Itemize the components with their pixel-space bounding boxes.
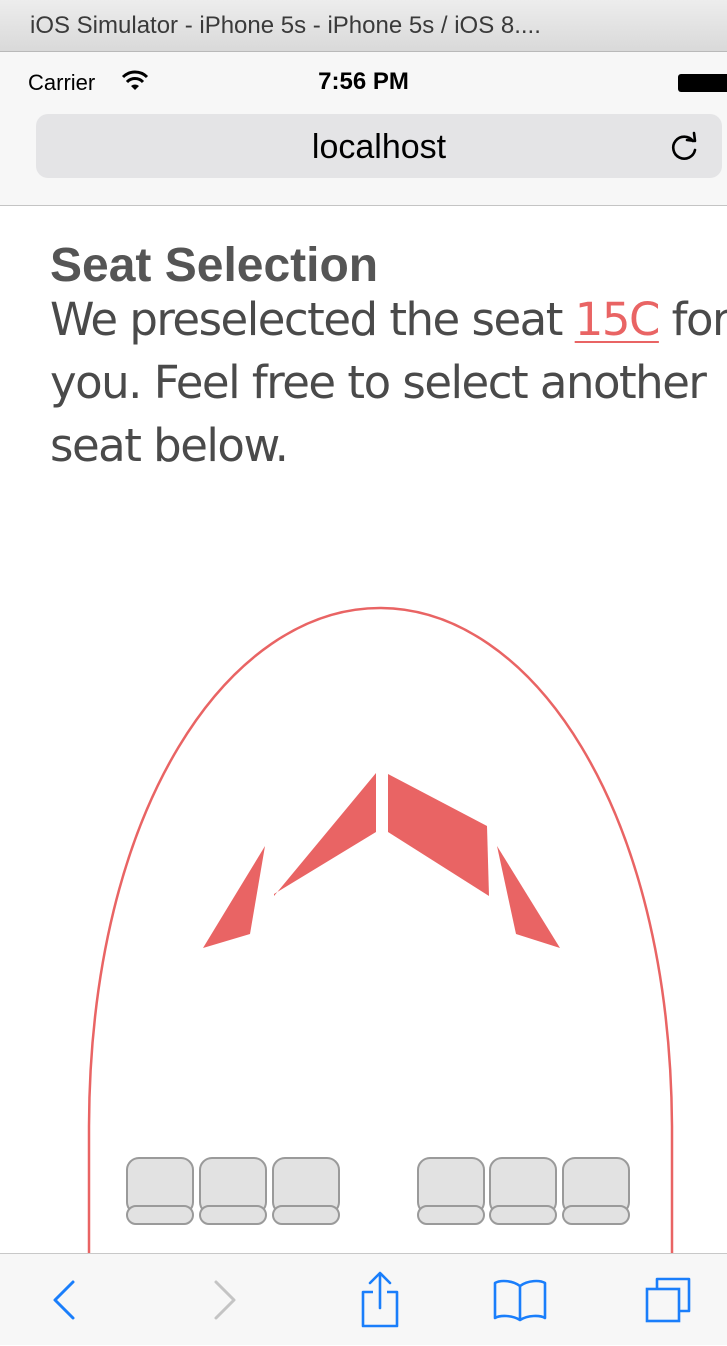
back-chevron-icon: [53, 1280, 75, 1320]
seat-row: [126, 1157, 630, 1225]
back-button[interactable]: [14, 1254, 114, 1346]
seat-right-f[interactable]: [562, 1157, 630, 1225]
share-button[interactable]: [330, 1254, 430, 1346]
seat-left-c[interactable]: [272, 1157, 340, 1225]
status-time: 7:56 PM: [318, 68, 409, 95]
simulator-titlebar: iOS Simulator - iPhone 5s - iPhone 5s / …: [0, 0, 727, 52]
cockpit-window-left: [274, 773, 376, 896]
seat-left-a[interactable]: [126, 1157, 194, 1225]
cockpit-window-far-left: [203, 846, 265, 948]
battery-icon: [678, 74, 727, 92]
safari-toolbar: [0, 1253, 727, 1345]
seat-right-e[interactable]: [489, 1157, 557, 1225]
bookmarks-button[interactable]: [470, 1254, 570, 1346]
reload-icon[interactable]: [668, 130, 702, 164]
address-bar[interactable]: localhost: [36, 114, 722, 178]
tabs-icon: [645, 1277, 691, 1323]
tabs-button[interactable]: [618, 1254, 718, 1346]
seat-right-d[interactable]: [417, 1157, 485, 1225]
plane-fuselage-outline: [87, 606, 674, 1253]
forward-chevron-icon: [214, 1280, 236, 1320]
status-bar: Carrier 7:56 PM: [0, 52, 727, 108]
seat-left-b[interactable]: [199, 1157, 267, 1225]
cockpit-window-far-right: [497, 846, 560, 948]
share-icon: [361, 1271, 399, 1328]
cockpit-window-right: [388, 774, 489, 896]
safari-header: Carrier 7:56 PM localhost: [0, 52, 727, 206]
web-content: Seat Selection We preselected the seat 1…: [0, 206, 727, 1253]
bookmarks-icon: [493, 1279, 547, 1322]
simulator-title: iOS Simulator - iPhone 5s - iPhone 5s / …: [30, 12, 541, 39]
url-text: localhost: [311, 128, 447, 166]
seat-map: [87, 606, 674, 1253]
forward-button[interactable]: [175, 1254, 275, 1346]
